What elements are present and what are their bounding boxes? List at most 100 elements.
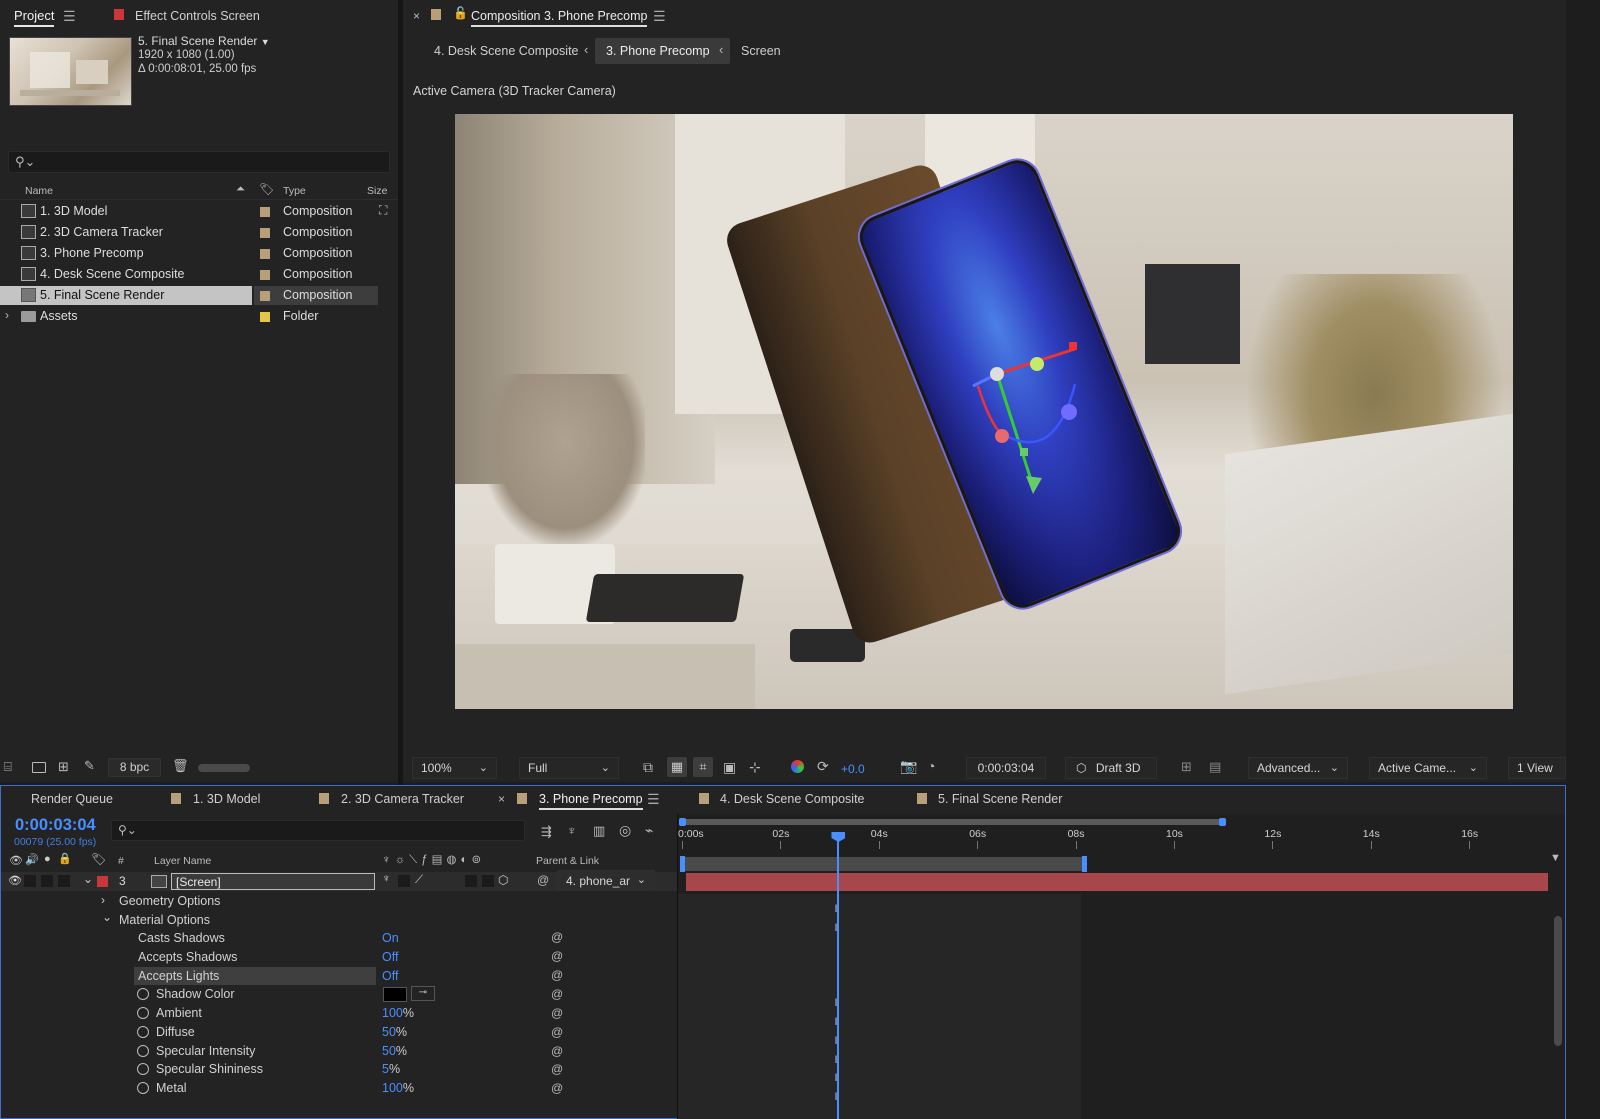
- lock-icon[interactable]: 🔒: [58, 852, 72, 865]
- reset-exposure-icon[interactable]: ⟳: [817, 758, 829, 775]
- property-label[interactable]: Accepts Shadows: [138, 950, 237, 964]
- collapse-chevron-icon[interactable]: ⌄: [102, 910, 112, 924]
- grid-guides-icon[interactable]: ⊹: [749, 759, 761, 776]
- stopwatch-icon[interactable]: [137, 1007, 149, 1019]
- tab-phone-precomp[interactable]: 3. Phone Precomp: [539, 792, 643, 810]
- switch-box[interactable]: [398, 875, 410, 887]
- label-color[interactable]: [260, 207, 270, 217]
- lock-toggle[interactable]: [58, 875, 70, 887]
- breadcrumb-item-active[interactable]: 3. Phone Precomp ‹: [595, 38, 730, 64]
- extended-viewer-icon[interactable]: ▤: [1209, 759, 1221, 775]
- breadcrumb-item[interactable]: Screen: [741, 44, 781, 58]
- property-label[interactable]: Metal: [156, 1081, 187, 1095]
- project-item-selected[interactable]: 5. Final Scene Render Composition: [0, 286, 378, 305]
- mask-visibility-icon[interactable]: ⌗: [693, 757, 713, 777]
- gizmo-handle[interactable]: [1061, 404, 1077, 420]
- expand-chevron-icon[interactable]: ›: [101, 893, 105, 907]
- gizmo-handle[interactable]: [1069, 342, 1077, 350]
- tab-desk-scene-composite[interactable]: 4. Desk Scene Composite: [720, 792, 865, 806]
- region-of-interest-icon[interactable]: ▣: [723, 759, 736, 776]
- layer-name-field[interactable]: [Screen]: [171, 873, 375, 890]
- pick-whip-icon[interactable]: @: [551, 1044, 563, 1058]
- keyframe-ibeam[interactable]: I: [834, 1035, 837, 1047]
- zoom-dropdown[interactable]: 100% ⌄: [412, 757, 497, 779]
- property-label[interactable]: Specular Shininess: [156, 1062, 263, 1076]
- keyframe-ibeam[interactable]: I: [834, 1016, 837, 1028]
- pick-whip-icon[interactable]: @: [551, 930, 563, 944]
- work-area-end-handle[interactable]: [1219, 818, 1226, 826]
- panel-menu-icon[interactable]: ☰: [63, 8, 76, 25]
- pick-whip-icon[interactable]: @: [551, 1006, 563, 1020]
- property-value[interactable]: 5: [382, 1062, 389, 1076]
- pick-whip-icon[interactable]: @: [551, 968, 563, 982]
- bit-depth-button[interactable]: 8 bpc: [108, 758, 161, 777]
- camera-view-dropdown[interactable]: Active Came... ⌄: [1369, 757, 1487, 779]
- gizmo-handle[interactable]: [1030, 357, 1044, 371]
- property-value[interactable]: On: [382, 931, 399, 945]
- transparency-grid-icon[interactable]: ▦: [667, 757, 687, 777]
- stopwatch-icon[interactable]: [137, 1026, 149, 1038]
- label-color[interactable]: [260, 249, 270, 259]
- column-type[interactable]: Type: [283, 185, 306, 197]
- work-area-bar[interactable]: [682, 819, 1224, 825]
- timeline-track-area[interactable]: 0:00s 02s 04s 06s 08s 10s 12s 14s 16s IIIIIIII: [677, 814, 1565, 1119]
- tab-3d-model[interactable]: 1. 3D Model: [193, 792, 260, 806]
- layer-duration-bar[interactable]: [686, 873, 1548, 891]
- property-label[interactable]: Accepts Lights: [138, 969, 219, 983]
- trash-icon[interactable]: 🗑: [172, 758, 189, 774]
- collapse-chevron-icon[interactable]: ⌄: [83, 872, 93, 886]
- lock-icon[interactable]: 🔓: [453, 6, 468, 20]
- column-name[interactable]: Name: [25, 185, 53, 197]
- project-item[interactable]: 4. Desk Scene Composite Composition: [0, 265, 380, 284]
- gizmo-rotation-arc-red[interactable]: [976, 385, 1004, 437]
- keyframe-ibeam[interactable]: I: [834, 1072, 837, 1084]
- snapshot-camera-icon[interactable]: 📷: [900, 758, 917, 775]
- work-area-start-handle[interactable]: [679, 818, 686, 826]
- pick-whip-icon[interactable]: @: [537, 873, 549, 887]
- pick-whip-icon[interactable]: @: [551, 987, 563, 1001]
- keyframe-ibeam[interactable]: I: [834, 922, 837, 934]
- expand-chevron-icon[interactable]: ›: [5, 308, 9, 322]
- keyframe-ibeam[interactable]: I: [834, 903, 837, 915]
- tab-render-queue[interactable]: Render Queue: [31, 792, 113, 806]
- project-item[interactable]: 1. 3D Model Composition ⛶: [0, 202, 387, 221]
- property-label[interactable]: Diffuse: [156, 1025, 195, 1039]
- keyframe-ibeam[interactable]: I: [834, 1091, 837, 1103]
- 3d-ground-plane-icon[interactable]: ⊞: [1181, 759, 1192, 775]
- group-geometry-options[interactable]: Geometry Options: [119, 894, 220, 908]
- gizmo-handle[interactable]: [1020, 448, 1028, 456]
- vertical-scrollbar[interactable]: [1554, 916, 1562, 1046]
- layer-name-header[interactable]: Layer Name: [154, 855, 211, 867]
- transform-gizmo[interactable]: [455, 114, 1513, 709]
- playhead[interactable]: [831, 832, 846, 1119]
- comp-tab-title[interactable]: Composition 3. Phone Precomp: [471, 9, 648, 27]
- current-time-button[interactable]: 0:00:03:04: [966, 757, 1046, 779]
- stopwatch-icon[interactable]: [137, 1063, 149, 1075]
- property-label[interactable]: Casts Shadows: [138, 931, 225, 945]
- quality-switch-icon[interactable]: ⟋: [415, 874, 423, 887]
- pick-whip-icon[interactable]: @: [551, 1081, 563, 1095]
- fast-previews-icon[interactable]: ⧉: [643, 759, 653, 776]
- label-color[interactable]: [260, 291, 270, 301]
- parent-link-header[interactable]: Parent & Link: [536, 855, 599, 867]
- pick-whip-icon[interactable]: @: [551, 949, 563, 963]
- time-ruler[interactable]: 0:00s 02s 04s 06s 08s 10s 12s 14s 16s: [678, 828, 1566, 852]
- project-search-input[interactable]: ⚲⌄: [8, 151, 390, 173]
- close-icon[interactable]: ×: [498, 792, 505, 806]
- pick-whip-icon[interactable]: @: [551, 1025, 563, 1039]
- sort-ascending-icon[interactable]: ⏶: [236, 183, 245, 196]
- breadcrumb-item[interactable]: 4. Desk Scene Composite: [434, 44, 579, 58]
- audio-icon[interactable]: 🔊: [25, 853, 39, 866]
- resolution-dropdown[interactable]: Full ⌄: [519, 757, 619, 779]
- solo-icon[interactable]: ●: [44, 853, 51, 865]
- label-color[interactable]: [260, 312, 270, 322]
- flowchart-icon[interactable]: ⛶: [379, 203, 387, 218]
- stopwatch-icon[interactable]: [137, 988, 149, 1000]
- label-color[interactable]: [260, 270, 270, 280]
- keyframe-ibeam[interactable]: I: [834, 997, 837, 1009]
- switch-box[interactable]: [482, 875, 494, 887]
- tab-final-scene-render[interactable]: 5. Final Scene Render: [938, 792, 1062, 806]
- solo-toggle[interactable]: [41, 875, 53, 887]
- switch-box[interactable]: [465, 875, 477, 887]
- timeline-search-input[interactable]: ⚲⌄: [111, 820, 525, 841]
